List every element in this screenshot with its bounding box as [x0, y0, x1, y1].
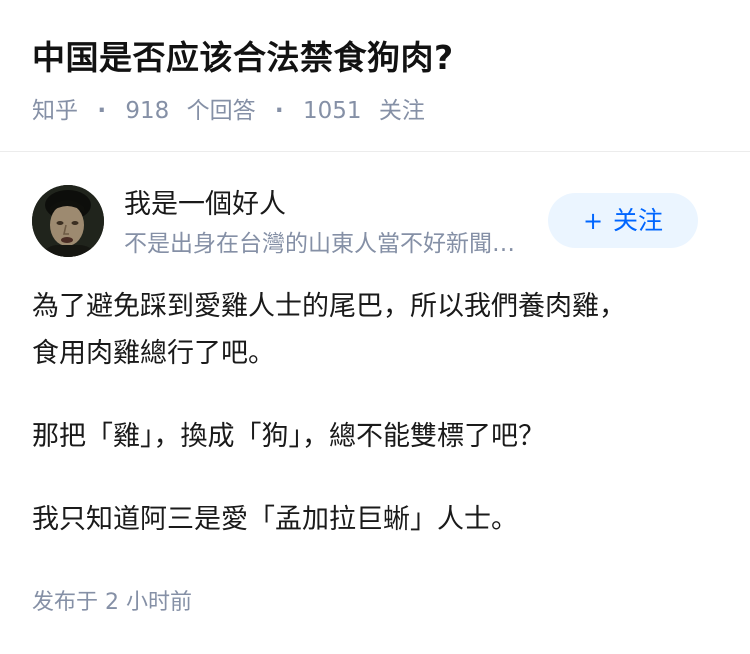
answer-count-label[interactable]: 个回答: [187, 95, 256, 127]
publish-time-value: 2 小时前: [105, 590, 193, 615]
follower-count: 1051: [302, 97, 362, 124]
divider: [0, 151, 750, 152]
answer-page: 中国是否应该合法禁食狗肉? 知乎 · 918 个回答 · 1051 关注 我是一…: [0, 0, 750, 654]
meta-separator: ·: [97, 97, 107, 124]
meta-separator: ·: [274, 97, 284, 124]
source-label[interactable]: 知乎: [32, 95, 78, 127]
answer-paragraph: 我只知道阿三是愛「孟加拉巨蜥」人士。: [32, 496, 722, 543]
follow-label: 关注: [613, 206, 664, 235]
avatar[interactable]: [32, 185, 104, 257]
plus-icon: +: [582, 207, 604, 235]
follow-button[interactable]: + 关注: [548, 193, 698, 248]
answer-text-line: 為了避免踩到愛雞人士的尾巴，所以我們養肉雞，: [32, 291, 626, 322]
answer-text-line: 那把「雞」，換成「狗」，總不能雙標了吧？: [32, 421, 545, 452]
question-meta: 知乎 · 918 个回答 · 1051 关注: [32, 94, 722, 127]
answer-content: 為了避免踩到愛雞人士的尾巴，所以我們養肉雞， 食用肉雞總行了吧。 那把「雞」，換…: [32, 283, 722, 543]
question-header: 中国是否应该合法禁食狗肉? 知乎 · 918 个回答 · 1051 关注: [32, 30, 722, 127]
answer-text-line: 食用肉雞總行了吧。: [32, 338, 275, 369]
answer-text-line: 我只知道阿三是愛「孟加拉巨蜥」人士。: [32, 504, 518, 535]
follower-count-label[interactable]: 关注: [379, 95, 425, 127]
answer-count: 918: [125, 97, 170, 124]
avatar-photo-icon: [32, 185, 104, 257]
question-title[interactable]: 中国是否应该合法禁食狗肉?: [32, 30, 722, 86]
publish-label: 发布于: [32, 590, 99, 615]
publish-time: 发布于 2 小时前: [32, 587, 192, 619]
answer-paragraph: 為了避免踩到愛雞人士的尾巴，所以我們養肉雞， 食用肉雞總行了吧。: [32, 283, 722, 377]
answer-paragraph: 那把「雞」，換成「狗」，總不能雙標了吧？: [32, 413, 722, 460]
author-name[interactable]: 我是一個好人: [124, 186, 286, 224]
author-info: 我是一個好人 不是出身在台灣的山東人當不好新聞主播 + 关注: [32, 185, 718, 260]
author-bio: 不是出身在台灣的山東人當不好新聞主播: [124, 231, 536, 257]
